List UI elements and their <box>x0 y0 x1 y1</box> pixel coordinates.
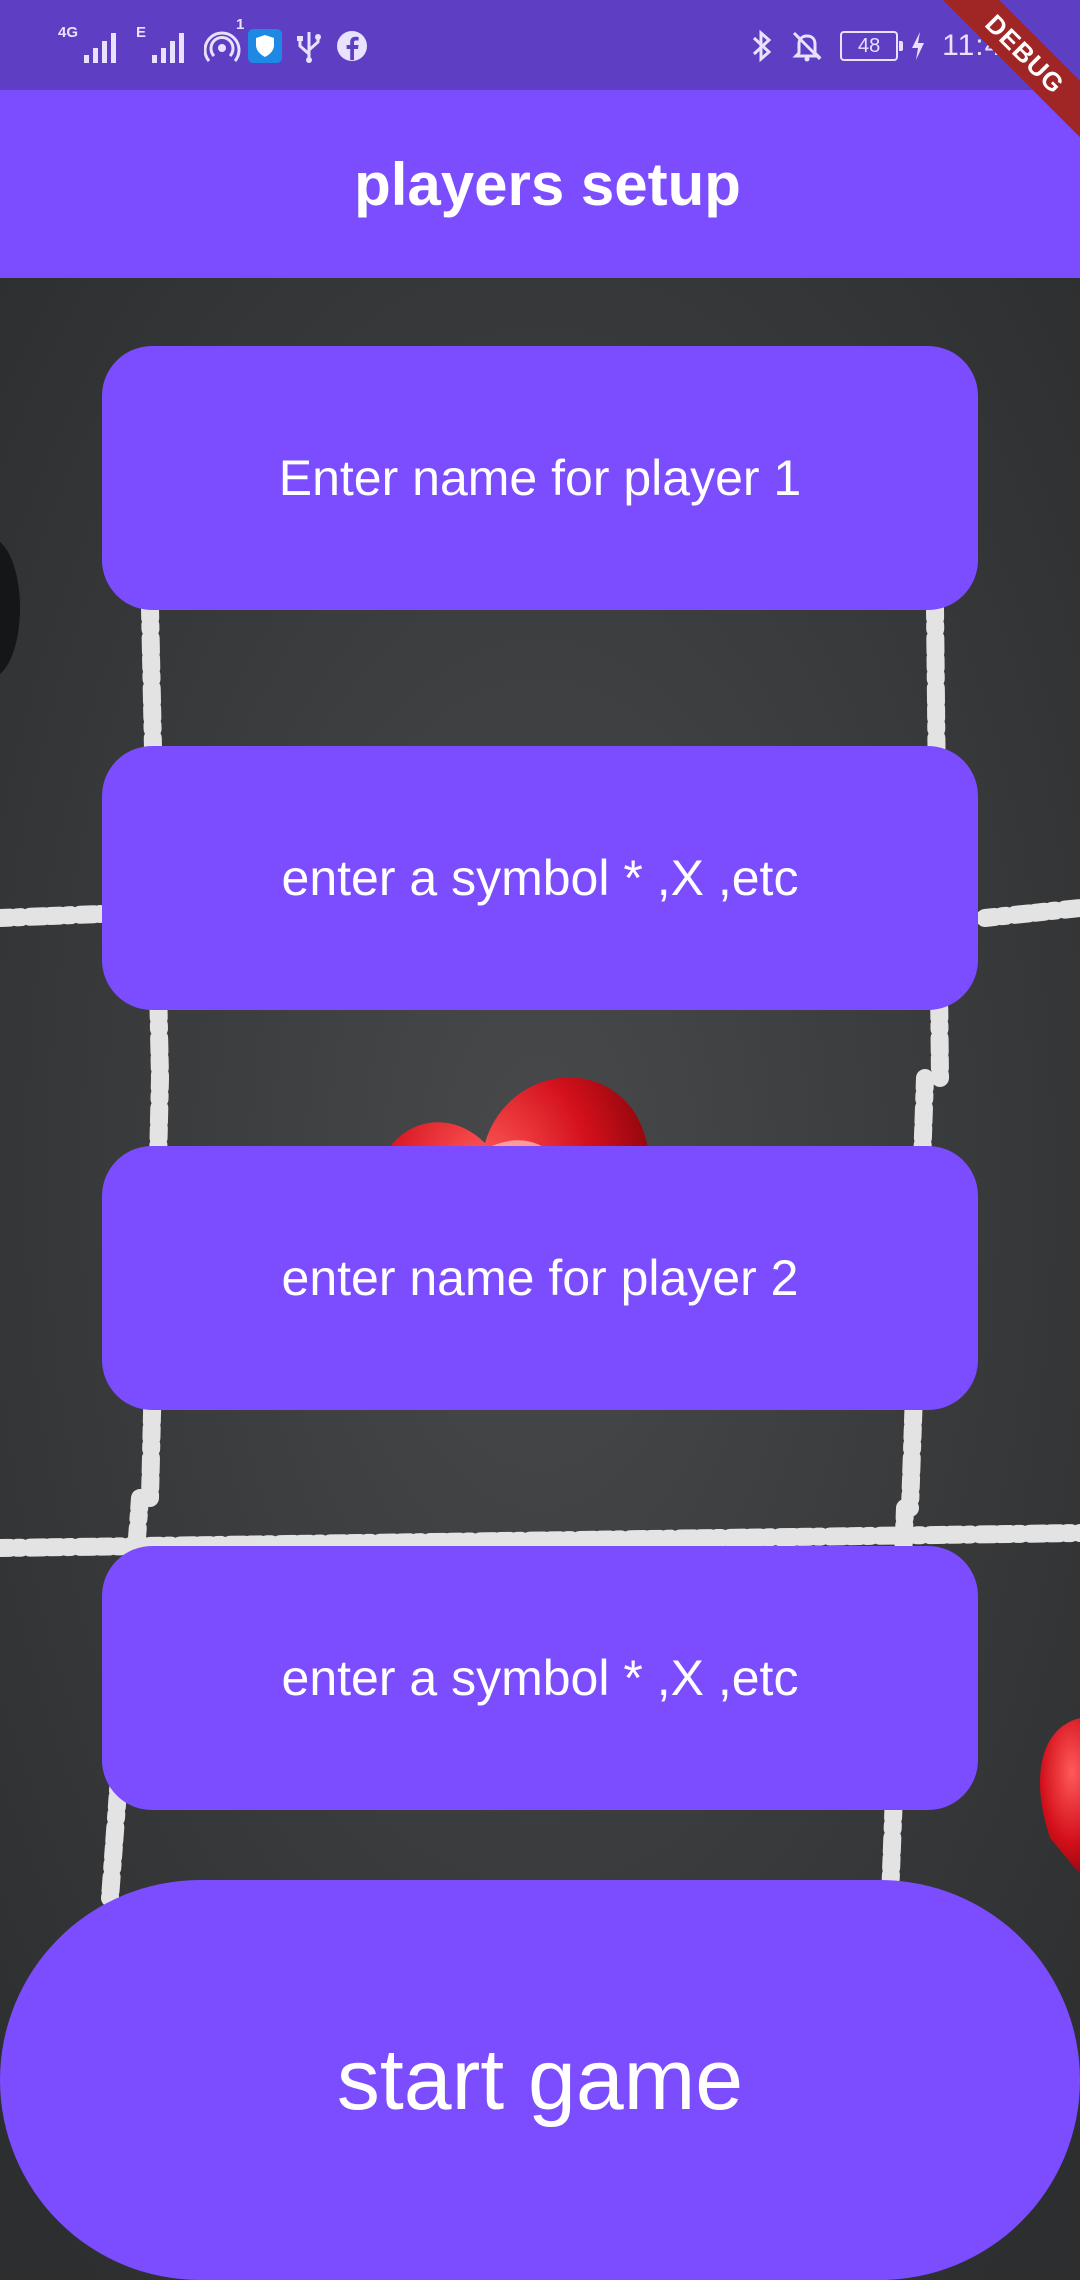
network-type-label: E <box>136 24 147 41</box>
player2-symbol-input[interactable]: enter a symbol * ,X ,etc <box>102 1546 978 1810</box>
start-game-label: start game <box>336 2031 744 2128</box>
bluetooth-icon <box>753 29 772 63</box>
start-game-button[interactable]: start game <box>0 1880 1080 2280</box>
battery-icon: 48 <box>840 31 904 61</box>
app-screen: 4G E 1 48 11:40 DEBUG players setup Ente… <box>0 0 1080 2280</box>
hotspot-icon <box>204 31 241 62</box>
player1-symbol-placeholder: enter a symbol * ,X ,etc <box>281 850 799 906</box>
usb-icon <box>297 32 322 63</box>
player1-symbol-input[interactable]: enter a symbol * ,X ,etc <box>102 746 978 1010</box>
facebook-icon <box>337 31 368 61</box>
network-type-label: 4G <box>58 24 79 41</box>
player1-name-input[interactable]: Enter name for player 1 <box>102 346 978 610</box>
hotspot-count: 1 <box>236 16 245 33</box>
bell-off-icon <box>792 31 822 62</box>
shield-icon <box>248 29 283 63</box>
status-bar: 4G E 1 48 11:40 <box>0 0 1080 90</box>
charging-icon <box>912 32 925 60</box>
battery-level: 48 <box>858 35 881 57</box>
player2-symbol-placeholder: enter a symbol * ,X ,etc <box>281 1650 799 1706</box>
player2-name-input[interactable]: enter name for player 2 <box>102 1146 978 1410</box>
player1-name-placeholder: Enter name for player 1 <box>278 450 802 506</box>
signal-icon <box>84 33 117 63</box>
app-bar: players setup <box>0 90 1080 278</box>
status-left-icons: 4G E 1 <box>58 17 368 70</box>
page-title: players setup <box>354 150 741 218</box>
signal-icon <box>152 33 185 63</box>
player2-name-placeholder: enter name for player 2 <box>281 1250 799 1306</box>
